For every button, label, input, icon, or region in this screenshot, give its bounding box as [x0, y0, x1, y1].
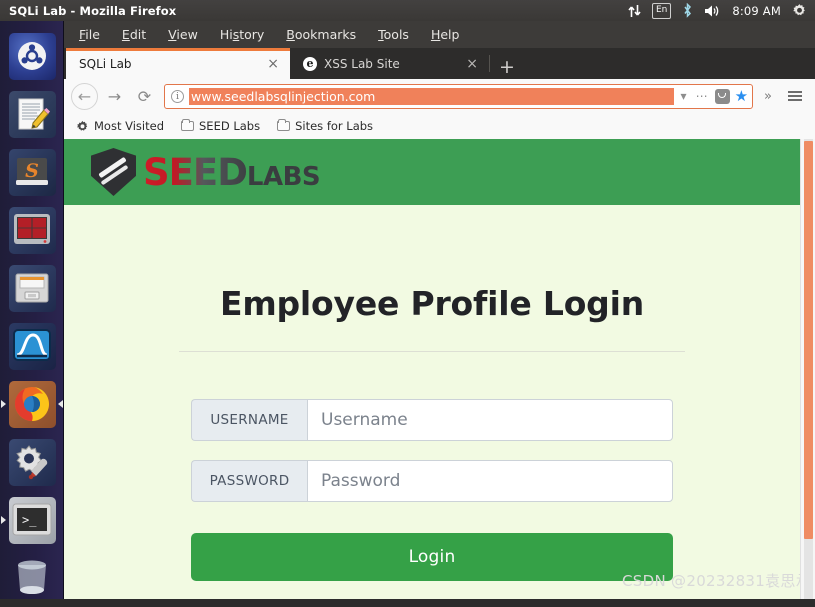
username-input[interactable] — [307, 399, 673, 441]
login-form: USERNAME PASSWORD Login — [191, 399, 673, 581]
launcher-item-text-editor[interactable] — [0, 85, 64, 143]
url-bar[interactable]: i www.seedlabsqlinjection.com ▾ ⋯ ★ — [164, 83, 754, 109]
logo-secondary: LABS — [246, 161, 321, 192]
launcher-item-sublime-text[interactable]: S — [0, 143, 64, 201]
running-indicator-left — [1, 400, 6, 408]
url-text[interactable]: www.seedlabsqlinjection.com — [189, 87, 674, 105]
launcher-item-firefox[interactable] — [0, 375, 64, 433]
firefox-window: File Edit View History Bookmarks Tools H… — [64, 21, 815, 599]
menu-history[interactable]: History — [220, 27, 264, 42]
info-icon[interactable]: i — [171, 89, 184, 103]
window-title: SQLi Lab - Mozilla Firefox — [9, 3, 177, 18]
forward-arrow-icon[interactable]: → — [101, 83, 128, 110]
svg-text:>_: >_ — [22, 513, 37, 527]
folder-icon — [181, 118, 194, 131]
new-tab-button[interactable]: + — [490, 58, 523, 79]
launcher-item-terminal-grid[interactable] — [0, 201, 64, 259]
double-chevron-icon[interactable]: » — [759, 89, 777, 104]
launcher-item-system-settings[interactable] — [0, 433, 64, 491]
tab-bar: SQLi Lab × e XSS Lab Site × + — [64, 48, 815, 79]
launcher-item-ubuntu-dash[interactable] — [0, 27, 64, 85]
terminal-grid-icon — [8, 206, 56, 254]
folder-icon — [277, 118, 291, 131]
volume-icon[interactable] — [704, 4, 721, 18]
text-editor-icon — [8, 90, 56, 138]
watermark: CSDN @20232831袁思承 — [622, 572, 811, 590]
launcher-item-terminal[interactable]: >_ — [0, 491, 64, 549]
firefox-icon — [8, 380, 56, 428]
navigation-toolbar: ← → ⟳ i www.seedlabsqlinjection.com ▾ ⋯ … — [64, 79, 815, 113]
menu-file[interactable]: File — [79, 27, 100, 42]
bluetooth-icon[interactable] — [682, 3, 693, 18]
logo-text: SEED LABS — [143, 150, 321, 194]
password-field-group: PASSWORD — [191, 460, 673, 502]
web-page: SEED LABS Employee Profile Login USERNAM… — [64, 139, 800, 599]
close-icon[interactable]: × — [464, 57, 480, 71]
hamburger-menu-icon[interactable] — [780, 90, 808, 102]
network-up-down-icon[interactable] — [628, 4, 641, 18]
gear-icon[interactable] — [792, 3, 807, 18]
back-arrow-icon[interactable]: ← — [71, 82, 98, 110]
svg-text:S: S — [25, 160, 39, 182]
sublime-text-icon: S — [8, 148, 56, 196]
launcher-item-wireshark[interactable] — [0, 317, 64, 375]
favicon: e — [303, 56, 317, 71]
bookmark-sites-for-labs[interactable]: Sites for Labs — [277, 118, 374, 133]
username-field-group: USERNAME — [191, 399, 673, 441]
star-icon[interactable]: ★ — [735, 87, 748, 105]
page-viewport: SEED LABS Employee Profile Login USERNAM… — [64, 139, 815, 599]
chevron-down-icon[interactable]: ▾ — [679, 89, 689, 103]
page-title: Employee Profile Login — [219, 284, 644, 323]
menu-view[interactable]: View — [168, 27, 198, 42]
clock[interactable]: 8:09 AM — [732, 4, 781, 18]
menu-edit[interactable]: Edit — [122, 27, 146, 42]
trash-icon — [9, 555, 56, 602]
username-label: USERNAME — [191, 399, 307, 441]
bookmarks-toolbar: Most Visited SEED Labs Sites for Labs — [64, 113, 815, 139]
ellipsis-icon[interactable]: ⋯ — [694, 89, 710, 103]
gear-icon — [76, 120, 88, 131]
bookmark-most-visited[interactable]: Most Visited — [76, 119, 164, 133]
pocket-icon[interactable] — [714, 88, 730, 104]
close-icon[interactable]: × — [265, 57, 281, 71]
bookmark-label: Sites for Labs — [295, 119, 374, 133]
logo-primary: SEED — [143, 150, 248, 194]
site-header: SEED LABS — [64, 139, 800, 205]
bookmark-label: SEED Labs — [199, 119, 261, 133]
menu-bookmarks[interactable]: Bookmarks — [286, 27, 356, 42]
wireshark-icon — [8, 322, 56, 370]
tab-sqli-lab[interactable]: SQLi Lab × — [66, 48, 290, 79]
menu-bar: File Edit View History Bookmarks Tools H… — [64, 21, 815, 48]
tab-label: XSS Lab Site — [324, 56, 400, 71]
page-scrollbar[interactable] — [800, 139, 815, 599]
ubuntu-dash-icon — [8, 32, 56, 80]
running-indicator-right — [58, 400, 63, 408]
title-divider — [179, 351, 685, 352]
password-input[interactable] — [307, 460, 673, 502]
scrollbar-thumb[interactable] — [804, 141, 813, 539]
reload-icon[interactable]: ⟳ — [131, 83, 158, 110]
menu-help[interactable]: Help — [431, 27, 460, 42]
tab-label: SQLi Lab — [79, 56, 132, 71]
unity-launcher: S >_ — [0, 21, 64, 599]
system-settings-icon — [8, 438, 56, 486]
bookmark-label: Most Visited — [94, 119, 164, 133]
shield-tools-icon — [91, 148, 136, 196]
terminal-icon: >_ — [8, 496, 56, 544]
launcher-item-trash[interactable] — [0, 549, 64, 607]
launcher-item-file-manager[interactable] — [0, 259, 64, 317]
system-tray: En 8:09 AM — [628, 2, 815, 19]
language-indicator[interactable]: En — [651, 2, 672, 19]
page-body: Employee Profile Login USERNAME PASSWORD… — [64, 284, 800, 581]
login-button[interactable]: Login — [191, 533, 673, 581]
desktop-top-panel: SQLi Lab - Mozilla Firefox En 8:09 AM — [0, 0, 815, 21]
file-manager-icon — [8, 264, 56, 312]
seed-labs-logo: SEED LABS — [91, 148, 321, 196]
bookmark-seed-labs[interactable]: SEED Labs — [181, 118, 261, 133]
menu-tools[interactable]: Tools — [378, 27, 409, 42]
running-indicator-left — [1, 516, 6, 524]
tab-xss-lab-site[interactable]: e XSS Lab Site × — [290, 48, 489, 79]
password-label: PASSWORD — [191, 460, 307, 502]
